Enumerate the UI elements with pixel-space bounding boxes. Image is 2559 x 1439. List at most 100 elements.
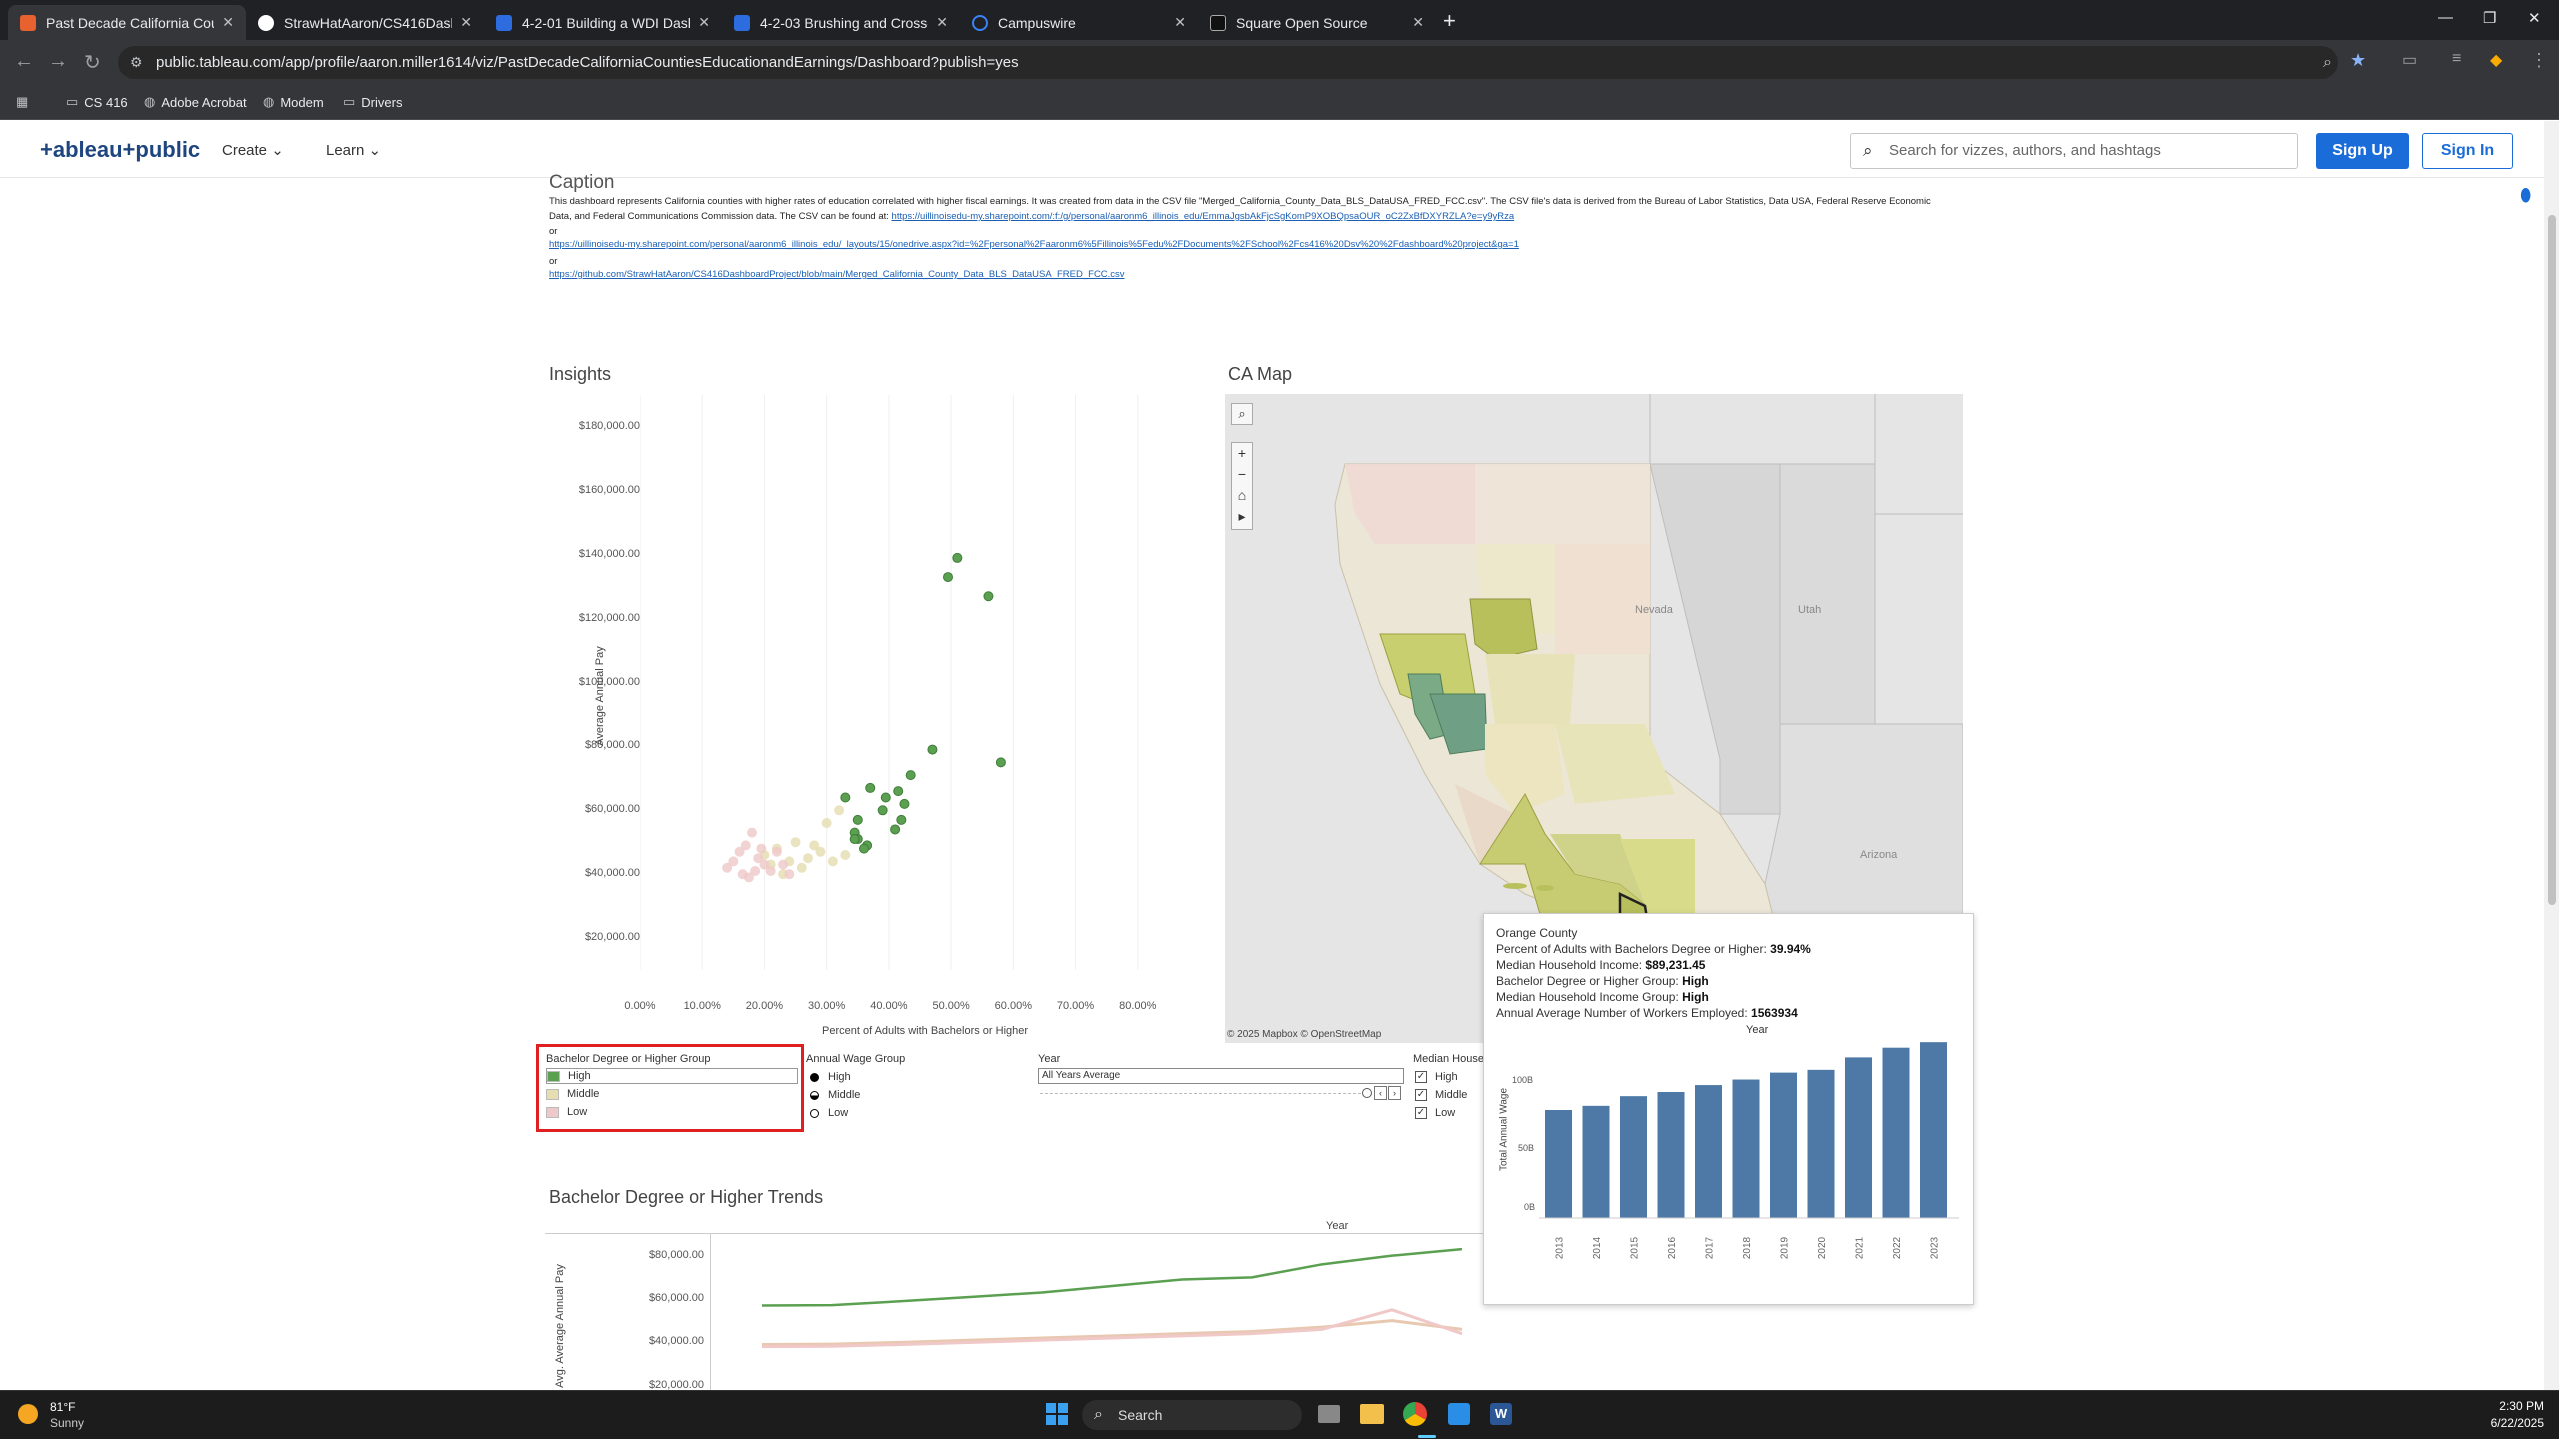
scatter-point-high[interactable] <box>983 591 994 602</box>
bookmark-cs416[interactable]: ▭ CS 416 <box>66 94 128 110</box>
minimize-icon[interactable]: — <box>2438 9 2453 26</box>
wage-item-middle[interactable]: Middle <box>810 1089 860 1101</box>
close-tab-icon[interactable]: ✕ <box>1174 14 1186 31</box>
bookmark-adobe[interactable]: ◍ Adobe Acrobat <box>144 94 247 110</box>
scatter-point-low[interactable] <box>765 865 776 876</box>
wage-item-low[interactable]: Low <box>810 1107 848 1119</box>
bookmark-modem[interactable]: ◍ Modem <box>263 94 324 110</box>
close-tab-icon[interactable]: ✕ <box>460 14 472 31</box>
slider-next-icon[interactable]: › <box>1388 1086 1401 1100</box>
trend-lines[interactable] <box>761 1247 1463 1349</box>
scatter-point-high[interactable] <box>995 757 1006 768</box>
trend-line-high[interactable] <box>761 1247 1463 1307</box>
close-tab-icon[interactable]: ✕ <box>1412 14 1424 31</box>
taskbar-search[interactable]: ⌕ Search <box>1082 1400 1302 1430</box>
scatter-point-high[interactable] <box>899 798 910 809</box>
year-slider-handle[interactable] <box>1362 1088 1372 1098</box>
close-window-icon[interactable]: ✕ <box>2528 9 2541 27</box>
file-explorer-icon[interactable] <box>1360 1404 1384 1424</box>
scatter-point-low[interactable] <box>756 843 767 854</box>
browser-tab[interactable]: Square Open Source ✕ <box>1198 5 1436 40</box>
site-info-icon[interactable]: ⚙ <box>130 46 143 79</box>
legend-item-middle[interactable]: Middle <box>546 1088 599 1100</box>
scatter-point-low[interactable] <box>771 846 782 857</box>
scatter-point-high[interactable] <box>943 572 953 583</box>
map-search-icon[interactable]: ⌕ <box>1231 403 1253 425</box>
scatter-point-high[interactable] <box>896 814 907 825</box>
scatter-point-high[interactable] <box>893 786 904 797</box>
scatter-point-high[interactable] <box>927 744 938 755</box>
scatter-point-high[interactable] <box>880 792 891 803</box>
scatter-point-low[interactable] <box>722 862 733 873</box>
close-tab-icon[interactable]: ✕ <box>698 14 710 31</box>
nav-learn[interactable]: Learn ⌄ <box>326 141 381 159</box>
scatter-point-high[interactable] <box>890 824 901 835</box>
legend-item-low[interactable]: Low <box>546 1106 587 1118</box>
scatter-point-middle[interactable] <box>790 837 801 848</box>
reload-icon[interactable]: ↻ <box>84 50 101 75</box>
trend-line-low[interactable] <box>761 1308 1463 1349</box>
windows-start-icon[interactable] <box>1046 1403 1068 1425</box>
scatter-point-high[interactable] <box>952 552 963 563</box>
wage-item-high[interactable]: High <box>810 1071 851 1083</box>
scatter-point-low[interactable] <box>784 869 795 880</box>
browser-tab[interactable]: Campuswire ✕ <box>960 5 1198 40</box>
caption-link[interactable]: https://uillinoisedu-my.sharepoint.com/:… <box>892 211 1515 222</box>
home-icon[interactable]: ⌂ <box>1232 485 1252 506</box>
scatter-point-high[interactable] <box>877 805 888 816</box>
scatter-point-middle[interactable] <box>803 853 813 864</box>
media-icon[interactable]: ≡ <box>2452 50 2461 68</box>
restore-icon[interactable]: ❐ <box>2483 9 2496 27</box>
browser-tab[interactable]: 4-2-03 Brushing and Cross-Filt ✕ <box>722 5 960 40</box>
scatter-point-high[interactable] <box>859 843 869 854</box>
scatter-point-high[interactable] <box>905 770 916 781</box>
weather-sun-icon[interactable] <box>18 1404 38 1424</box>
browser-tab[interactable]: Past Decade California Countie ✕ <box>8 5 246 40</box>
zoom-in-icon[interactable]: + <box>1232 443 1252 464</box>
url-field[interactable]: ⚙ public.tableau.com/app/profile/aaron.m… <box>118 46 2338 79</box>
task-view-icon[interactable] <box>1318 1405 1340 1423</box>
scatter-point-high[interactable] <box>865 782 876 793</box>
chrome-icon[interactable] <box>1403 1402 1427 1426</box>
scatter-point-middle[interactable] <box>796 862 807 873</box>
tableau-public-logo[interactable]: +ableau+public <box>40 137 200 163</box>
median-item-low[interactable]: ✓ Low <box>1415 1107 1455 1119</box>
zoom-out-icon[interactable]: − <box>1232 464 1252 485</box>
forward-icon[interactable]: → <box>48 50 68 73</box>
caption-link[interactable]: https://uillinoisedu-my.sharepoint.com/p… <box>549 239 1519 250</box>
scatter-point-high[interactable] <box>840 792 851 803</box>
legend-item-high[interactable]: High <box>546 1068 798 1084</box>
scatter-point-high[interactable] <box>849 834 860 845</box>
scatter-point-middle[interactable] <box>821 818 832 829</box>
scatter-plot[interactable] <box>640 395 1220 995</box>
caption-link[interactable]: https://github.com/StrawHatAaron/CS416Da… <box>549 269 1125 280</box>
vscode-icon[interactable] <box>1448 1403 1470 1425</box>
cast-icon[interactable]: ▭ <box>2402 50 2417 70</box>
extension-icon[interactable]: ◆ <box>2490 50 2502 70</box>
scatter-point-middle[interactable] <box>827 856 838 867</box>
scatter-point-middle[interactable] <box>840 850 851 860</box>
back-icon[interactable]: ← <box>14 50 34 73</box>
browser-tab[interactable]: 4-2-01 Building a WDI Dashbo ✕ <box>484 5 722 40</box>
close-tab-icon[interactable]: ✕ <box>936 14 948 31</box>
menu-icon[interactable]: ⋮ <box>2530 50 2548 71</box>
scatter-point-high[interactable] <box>852 814 863 825</box>
word-icon[interactable]: W <box>1490 1403 1512 1425</box>
browser-tab[interactable]: StrawHatAaron/CS416Dashboar ✕ <box>246 5 484 40</box>
year-dropdown[interactable]: All Years Average <box>1038 1068 1404 1084</box>
bookmark-drivers[interactable]: ▭ Drivers <box>343 94 402 110</box>
bookmark-star-icon[interactable]: ★ <box>2350 50 2366 71</box>
scatter-points[interactable] <box>722 552 1006 883</box>
location-pin-icon[interactable]: ⬮ <box>2520 185 2531 206</box>
new-tab-icon[interactable]: + <box>1443 8 1456 34</box>
scatter-point-low[interactable] <box>747 827 757 838</box>
year-slider-track[interactable] <box>1040 1093 1366 1094</box>
close-tab-icon[interactable]: ✕ <box>222 14 234 31</box>
scatter-point-low[interactable] <box>778 859 789 870</box>
scatter-point-low[interactable] <box>734 846 745 857</box>
median-item-middle[interactable]: ✓ Middle <box>1415 1089 1467 1101</box>
trend-line-middle[interactable] <box>761 1319 1463 1346</box>
pan-arrow-icon[interactable]: ▸ <box>1232 506 1252 527</box>
sign-in-button[interactable]: Sign In <box>2422 133 2513 169</box>
apps-grid-icon[interactable]: ▦ <box>16 94 34 110</box>
